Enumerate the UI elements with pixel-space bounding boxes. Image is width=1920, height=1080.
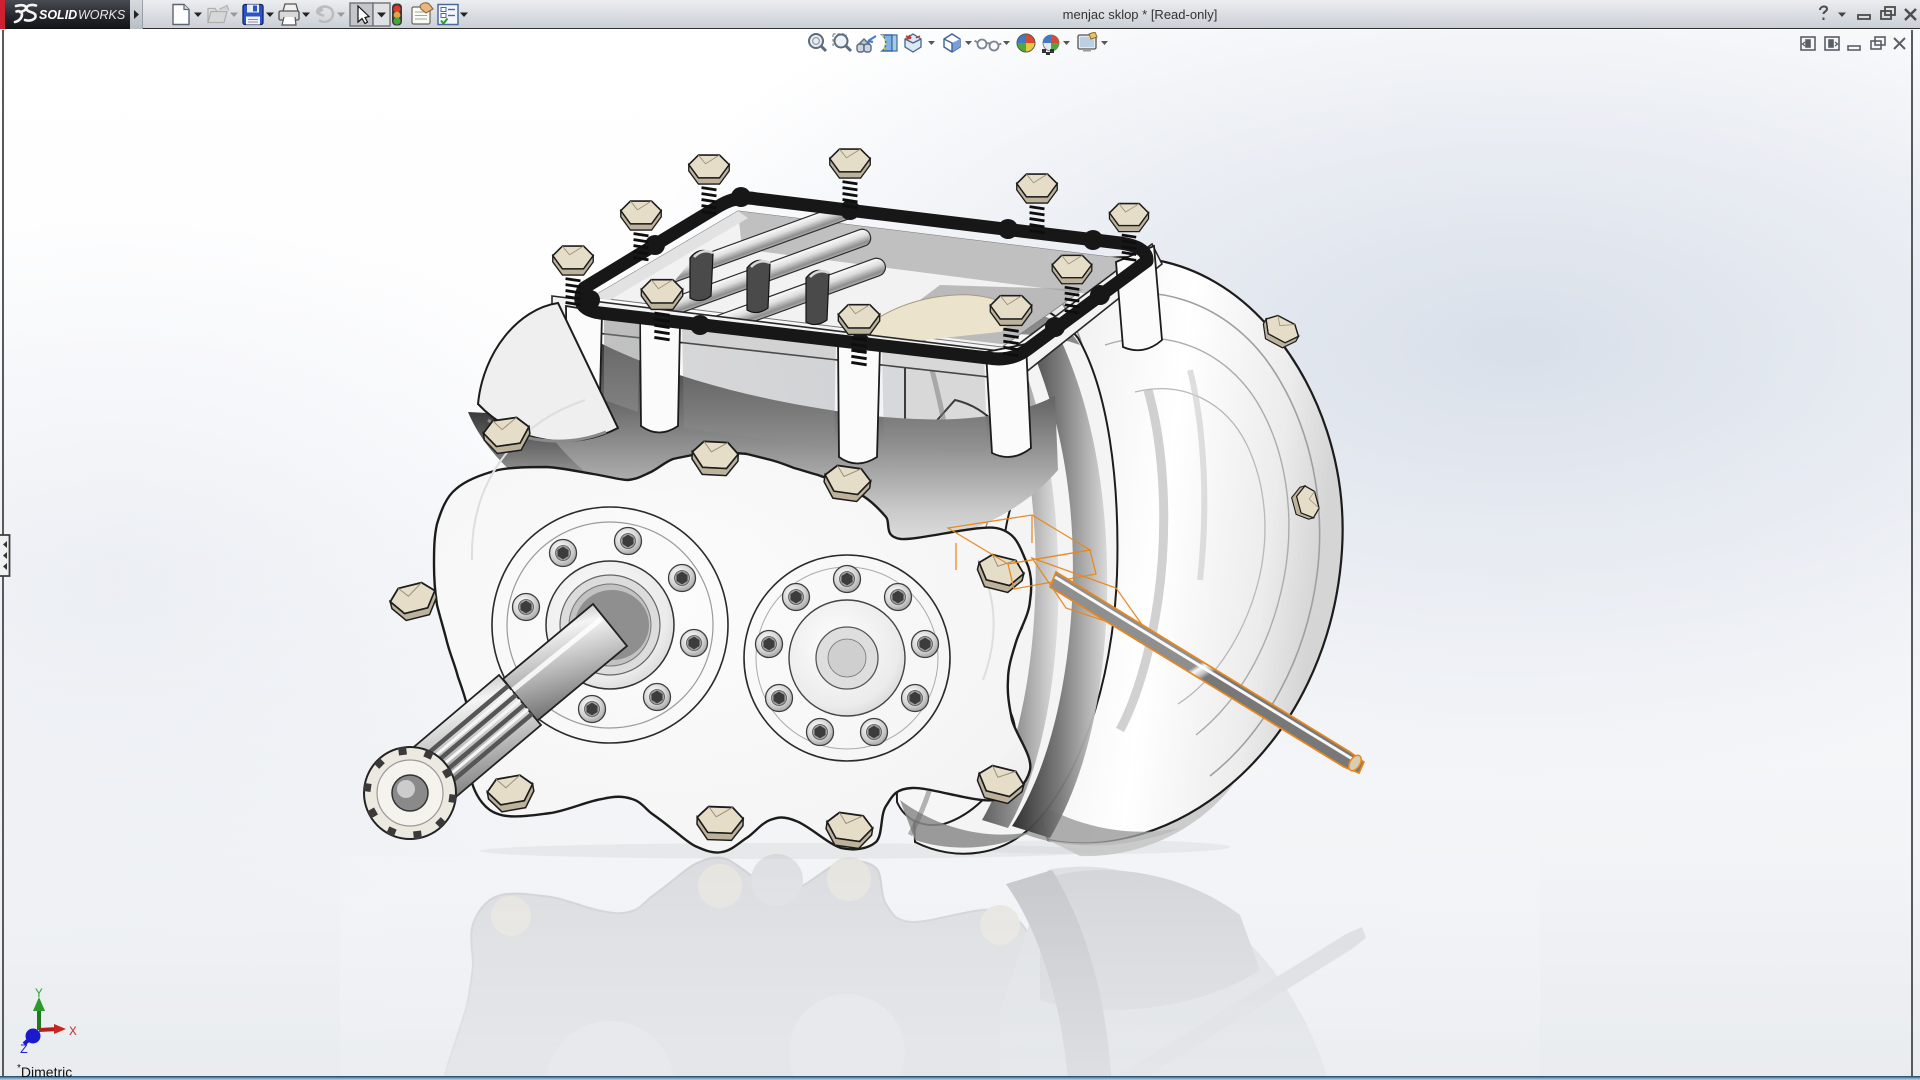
svg-text:WORKS: WORKS [78,8,126,22]
svg-text:Z: Z [20,1042,28,1057]
svg-text:X: X [69,1024,77,1039]
svg-text:SOLID: SOLID [39,8,77,22]
